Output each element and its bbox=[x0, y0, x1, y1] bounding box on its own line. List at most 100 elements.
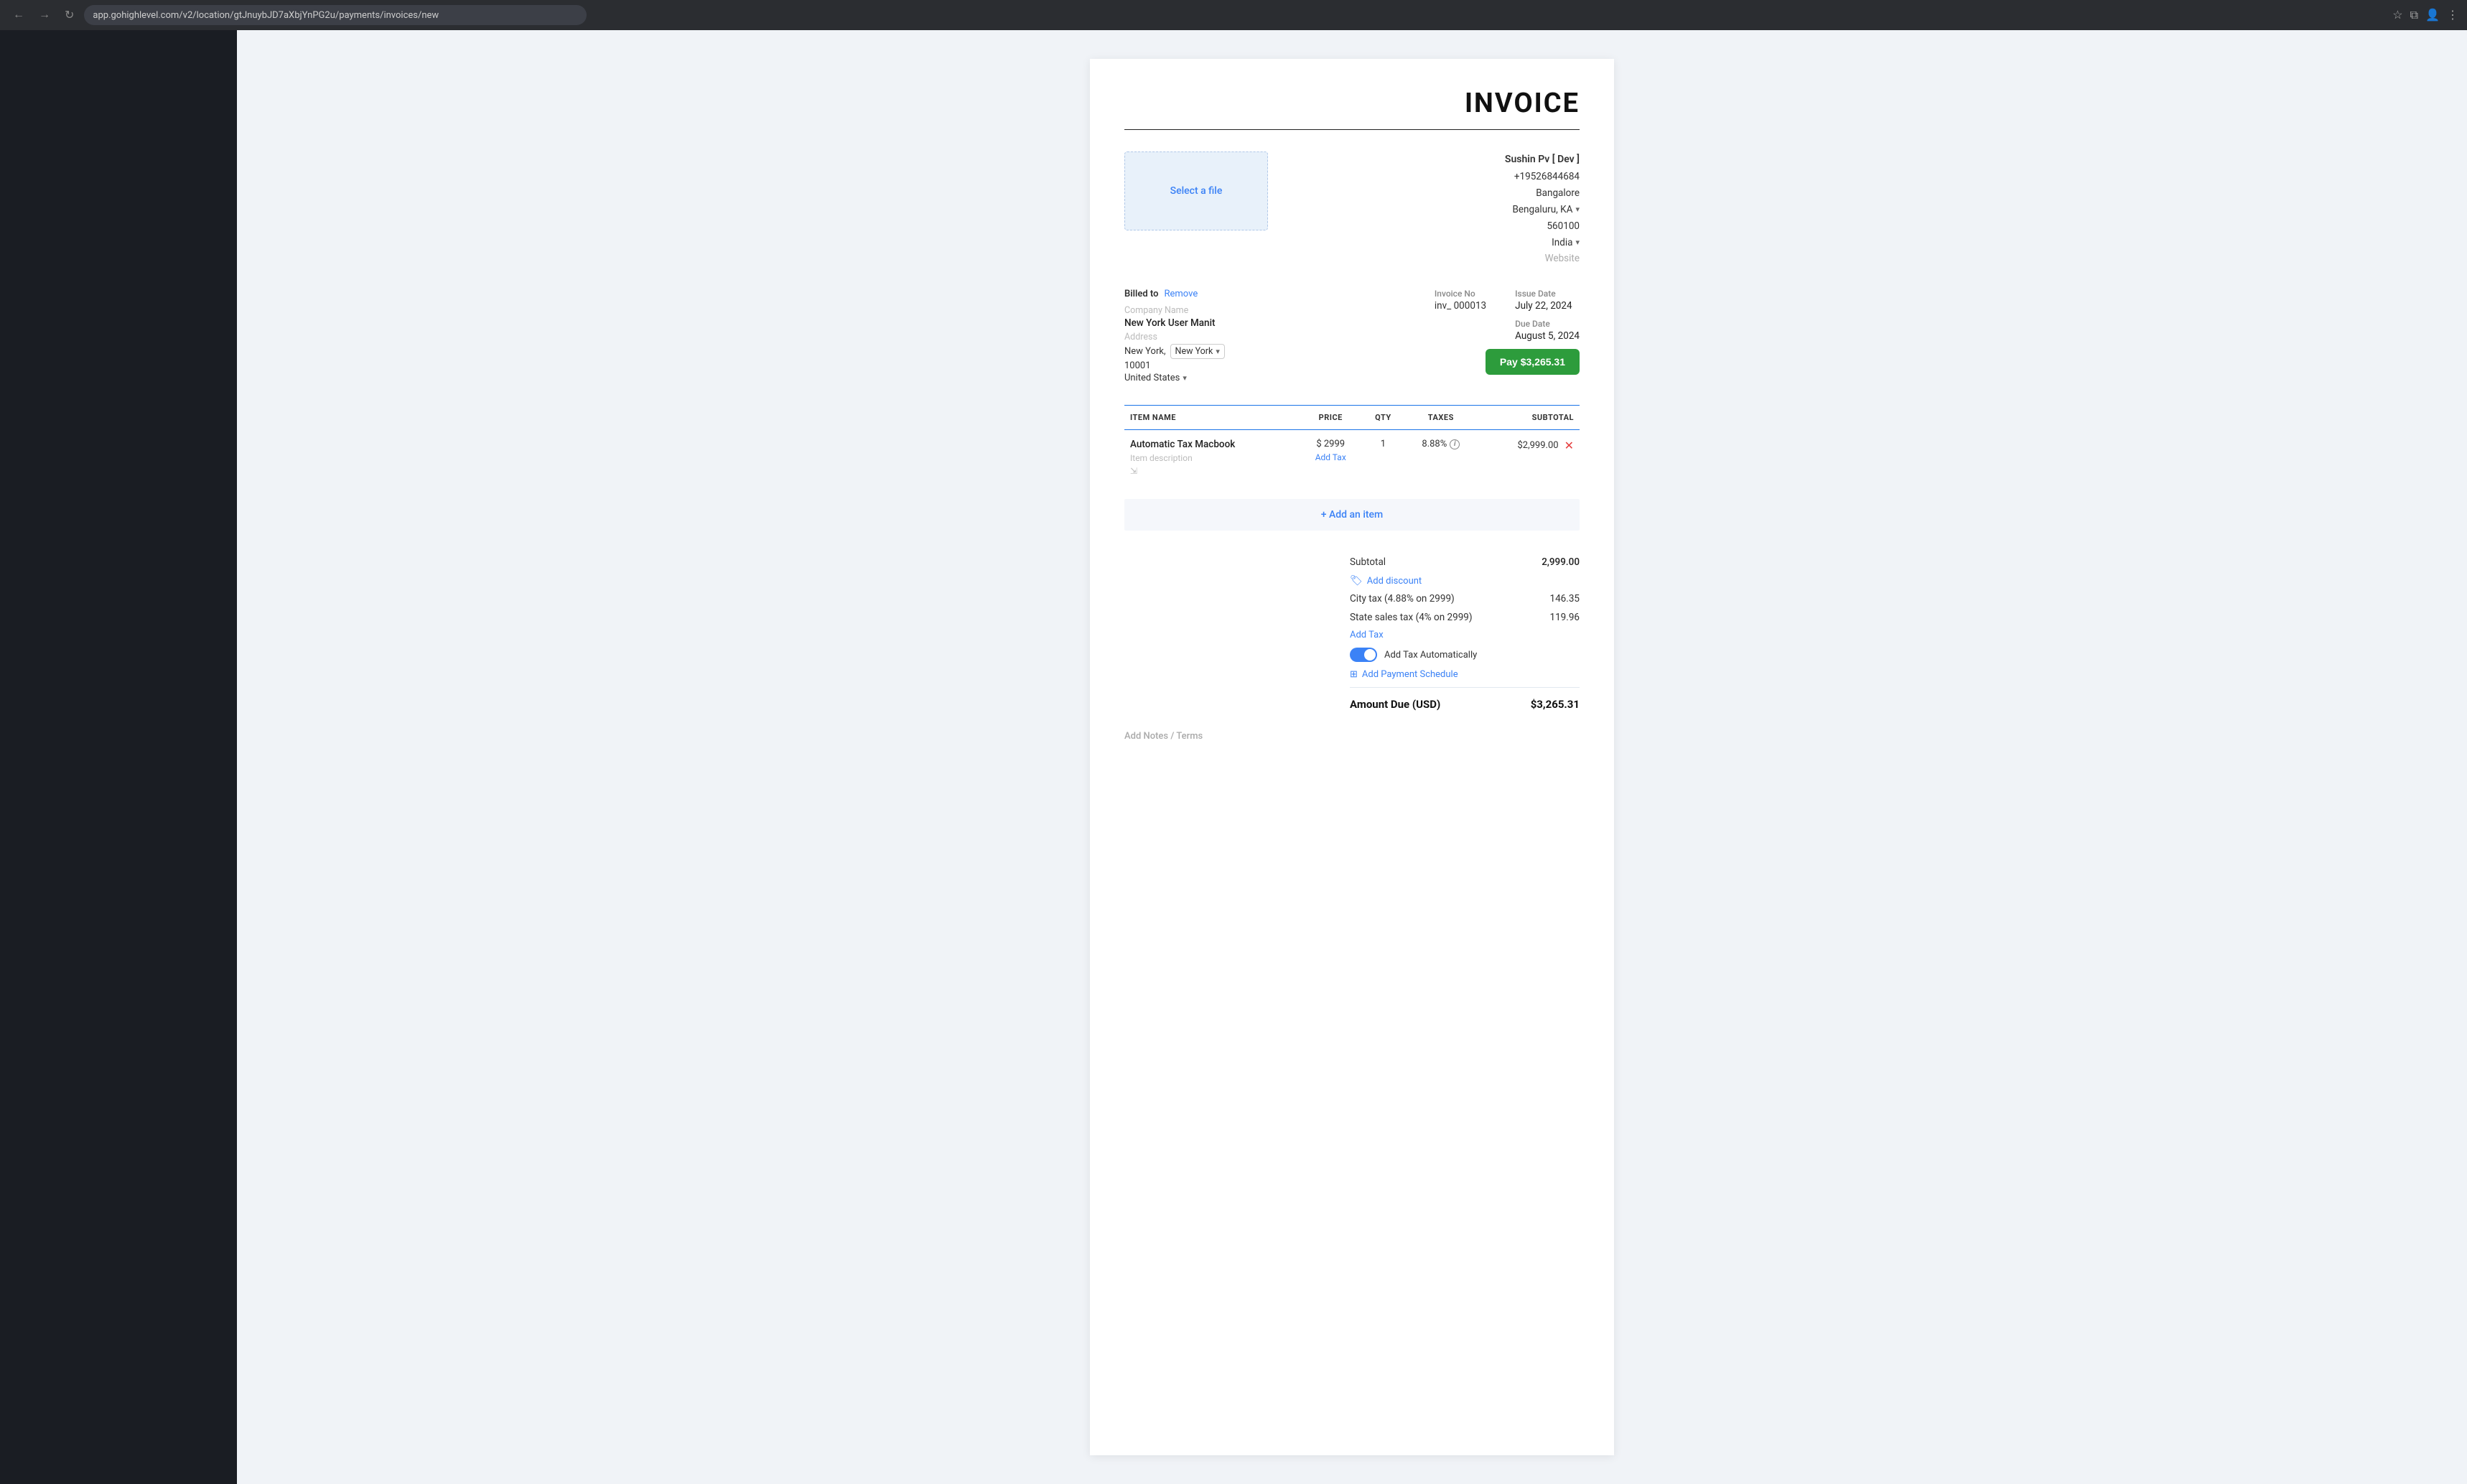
toggle-label: Add Tax Automatically bbox=[1384, 650, 1477, 661]
state-arrow: ▾ bbox=[1216, 347, 1220, 356]
toggle-knob bbox=[1364, 649, 1376, 661]
col-item-name: ITEM NAME bbox=[1124, 406, 1299, 430]
price-cell: $ 2999 Add Tax bbox=[1299, 430, 1362, 485]
invoice-no-label: Invoice No bbox=[1435, 289, 1486, 299]
forward-button[interactable]: → bbox=[34, 6, 55, 24]
due-date-label: Due Date bbox=[1515, 319, 1580, 329]
item-subtotal: $2,999.00 bbox=[1517, 440, 1558, 451]
totals-table: Subtotal 2,999.00 🏷 Add discount City ta… bbox=[1350, 552, 1580, 717]
state-tax-value: 119.96 bbox=[1550, 612, 1580, 623]
add-tax-label: Add Tax bbox=[1350, 630, 1384, 640]
resize-handle: ⇲ bbox=[1130, 466, 1293, 476]
state-tax-label: State sales tax (4% on 2999) bbox=[1350, 612, 1473, 623]
address-placeholder: Address bbox=[1124, 332, 1435, 342]
sidebar bbox=[0, 30, 237, 1484]
customer-name: New York User Manit bbox=[1124, 317, 1435, 329]
invoice-header: INVOICE bbox=[1124, 88, 1580, 130]
remove-link[interactable]: Remove bbox=[1165, 289, 1198, 299]
amount-due-value: $3,265.31 bbox=[1531, 698, 1580, 711]
company-zip: 560100 bbox=[1505, 218, 1580, 235]
company-state-row: Bengaluru, KA ▾ bbox=[1505, 202, 1580, 218]
layout: INVOICE Select a file Sushin Pv [ Dev ] … bbox=[0, 30, 2467, 1484]
item-price[interactable]: $ 2999 bbox=[1316, 439, 1345, 449]
item-description[interactable]: Item description bbox=[1130, 453, 1293, 463]
col-taxes: TAXES bbox=[1404, 406, 1478, 430]
table-row: Automatic Tax Macbook Item description ⇲… bbox=[1124, 430, 1580, 485]
billing-row: Billed to Remove Company Name New York U… bbox=[1124, 289, 1580, 383]
profile-icon[interactable]: 👤 bbox=[2425, 8, 2440, 22]
issue-date-label: Issue Date bbox=[1515, 289, 1580, 299]
col-price: PRICE bbox=[1299, 406, 1362, 430]
subtotal-row: Subtotal 2,999.00 bbox=[1350, 552, 1580, 572]
totals-divider bbox=[1350, 687, 1580, 688]
add-item-label: + Add an item bbox=[1321, 509, 1384, 521]
billed-to-section: Billed to Remove Company Name New York U… bbox=[1124, 289, 1435, 383]
menu-icon[interactable]: ⋮ bbox=[2447, 8, 2458, 22]
notes-section[interactable]: Add Notes / Terms bbox=[1124, 731, 1580, 742]
discount-icon: 🏷 bbox=[1350, 575, 1363, 587]
company-state-city: Bengaluru, KA bbox=[1512, 202, 1572, 218]
tax-info-icon[interactable]: i bbox=[1450, 439, 1460, 449]
browser-toolbar: ☆ ⧉ 👤 ⋮ bbox=[2392, 8, 2458, 22]
taxes-cell: 8.88% i bbox=[1404, 430, 1478, 485]
add-discount-row[interactable]: 🏷 Add discount bbox=[1350, 572, 1580, 589]
payment-schedule-label: Add Payment Schedule bbox=[1362, 669, 1458, 680]
add-item-button[interactable]: + Add an item bbox=[1124, 499, 1580, 531]
state-value: New York bbox=[1175, 346, 1213, 357]
company-country-row: India ▾ bbox=[1505, 235, 1580, 251]
url-bar[interactable]: app.gohighlevel.com/v2/location/gtJnuybJ… bbox=[84, 5, 587, 25]
invoice-table: ITEM NAME PRICE QTY TAXES SUBTOTAL Autom… bbox=[1124, 405, 1580, 485]
pay-button[interactable]: Pay $3,265.31 bbox=[1486, 349, 1580, 375]
billed-to-header: Billed to Remove bbox=[1124, 289, 1435, 299]
billing-country-row: United States ▾ bbox=[1124, 373, 1435, 383]
due-date-block: Due Date August 5, 2024 bbox=[1515, 319, 1580, 342]
city-tax-value: 146.35 bbox=[1550, 593, 1580, 605]
totals-section: Subtotal 2,999.00 🏷 Add discount City ta… bbox=[1124, 552, 1580, 717]
invoice-container: INVOICE Select a file Sushin Pv [ Dev ] … bbox=[1090, 59, 1614, 1455]
state-dropdown-arrow[interactable]: ▾ bbox=[1575, 203, 1580, 217]
subtotal-cell: $2,999.00 ✕ bbox=[1478, 430, 1580, 485]
company-website[interactable]: Website bbox=[1505, 251, 1580, 267]
city-tax-row: City tax (4.88% on 2999) 146.35 bbox=[1350, 589, 1580, 608]
tax-percent: 8.88% i bbox=[1422, 439, 1460, 449]
add-tax-link[interactable]: Add Tax bbox=[1315, 452, 1346, 462]
city-tax-label: City tax (4.88% on 2999) bbox=[1350, 593, 1455, 605]
add-tax-row[interactable]: Add Tax bbox=[1350, 627, 1580, 643]
invoice-title: INVOICE bbox=[1465, 88, 1580, 119]
extensions-icon[interactable]: ⧉ bbox=[2410, 8, 2418, 22]
billed-to-label: Billed to bbox=[1124, 289, 1159, 299]
country-dropdown-arrow[interactable]: ▾ bbox=[1575, 236, 1580, 250]
back-button[interactable]: ← bbox=[9, 6, 29, 24]
company-city: Bangalore bbox=[1505, 185, 1580, 202]
company-name: Sushin Pv [ Dev ] bbox=[1505, 151, 1580, 169]
payment-schedule-row[interactable]: ⊞ Add Payment Schedule bbox=[1350, 666, 1580, 683]
toggle-row: Add Tax Automatically bbox=[1350, 643, 1580, 666]
notes-label: Add Notes / Terms bbox=[1124, 731, 1203, 742]
col-subtotal: SUBTOTAL bbox=[1478, 406, 1580, 430]
invoice-meta: Invoice No inv_ 000013 Issue Date July 2… bbox=[1435, 289, 1580, 375]
payment-schedule-icon: ⊞ bbox=[1350, 669, 1358, 680]
qty-cell[interactable]: 1 bbox=[1362, 430, 1404, 485]
state-dropdown[interactable]: New York ▾ bbox=[1170, 344, 1225, 359]
url-text: app.gohighlevel.com/v2/location/gtJnuybJ… bbox=[93, 10, 439, 21]
logo-company-row: Select a file Sushin Pv [ Dev ] +1952684… bbox=[1124, 151, 1580, 267]
company-phone: +19526844684 bbox=[1505, 169, 1580, 185]
add-tax-toggle[interactable] bbox=[1350, 648, 1377, 662]
due-date-value: August 5, 2024 bbox=[1515, 330, 1580, 342]
subtotal-value: 2,999.00 bbox=[1542, 556, 1580, 568]
delete-item-icon[interactable]: ✕ bbox=[1564, 439, 1574, 452]
add-discount-label: Add discount bbox=[1367, 576, 1422, 587]
refresh-button[interactable]: ↻ bbox=[60, 5, 78, 25]
col-qty: QTY bbox=[1362, 406, 1404, 430]
invoice-no-block: Invoice No inv_ 000013 bbox=[1435, 289, 1486, 342]
billing-city: New York, bbox=[1124, 346, 1166, 357]
main-content: INVOICE Select a file Sushin Pv [ Dev ] … bbox=[237, 30, 2467, 1484]
item-name: Automatic Tax Macbook bbox=[1130, 439, 1293, 450]
star-icon[interactable]: ☆ bbox=[2392, 8, 2402, 22]
billing-city-row: New York, New York ▾ bbox=[1124, 344, 1435, 359]
logo-upload-box[interactable]: Select a file bbox=[1124, 151, 1268, 230]
state-tax-row: State sales tax (4% on 2999) 119.96 bbox=[1350, 608, 1580, 627]
invoice-no-value: inv_ 000013 bbox=[1435, 300, 1486, 312]
billing-zip: 10001 bbox=[1124, 360, 1435, 371]
billing-country-arrow[interactable]: ▾ bbox=[1183, 373, 1187, 383]
